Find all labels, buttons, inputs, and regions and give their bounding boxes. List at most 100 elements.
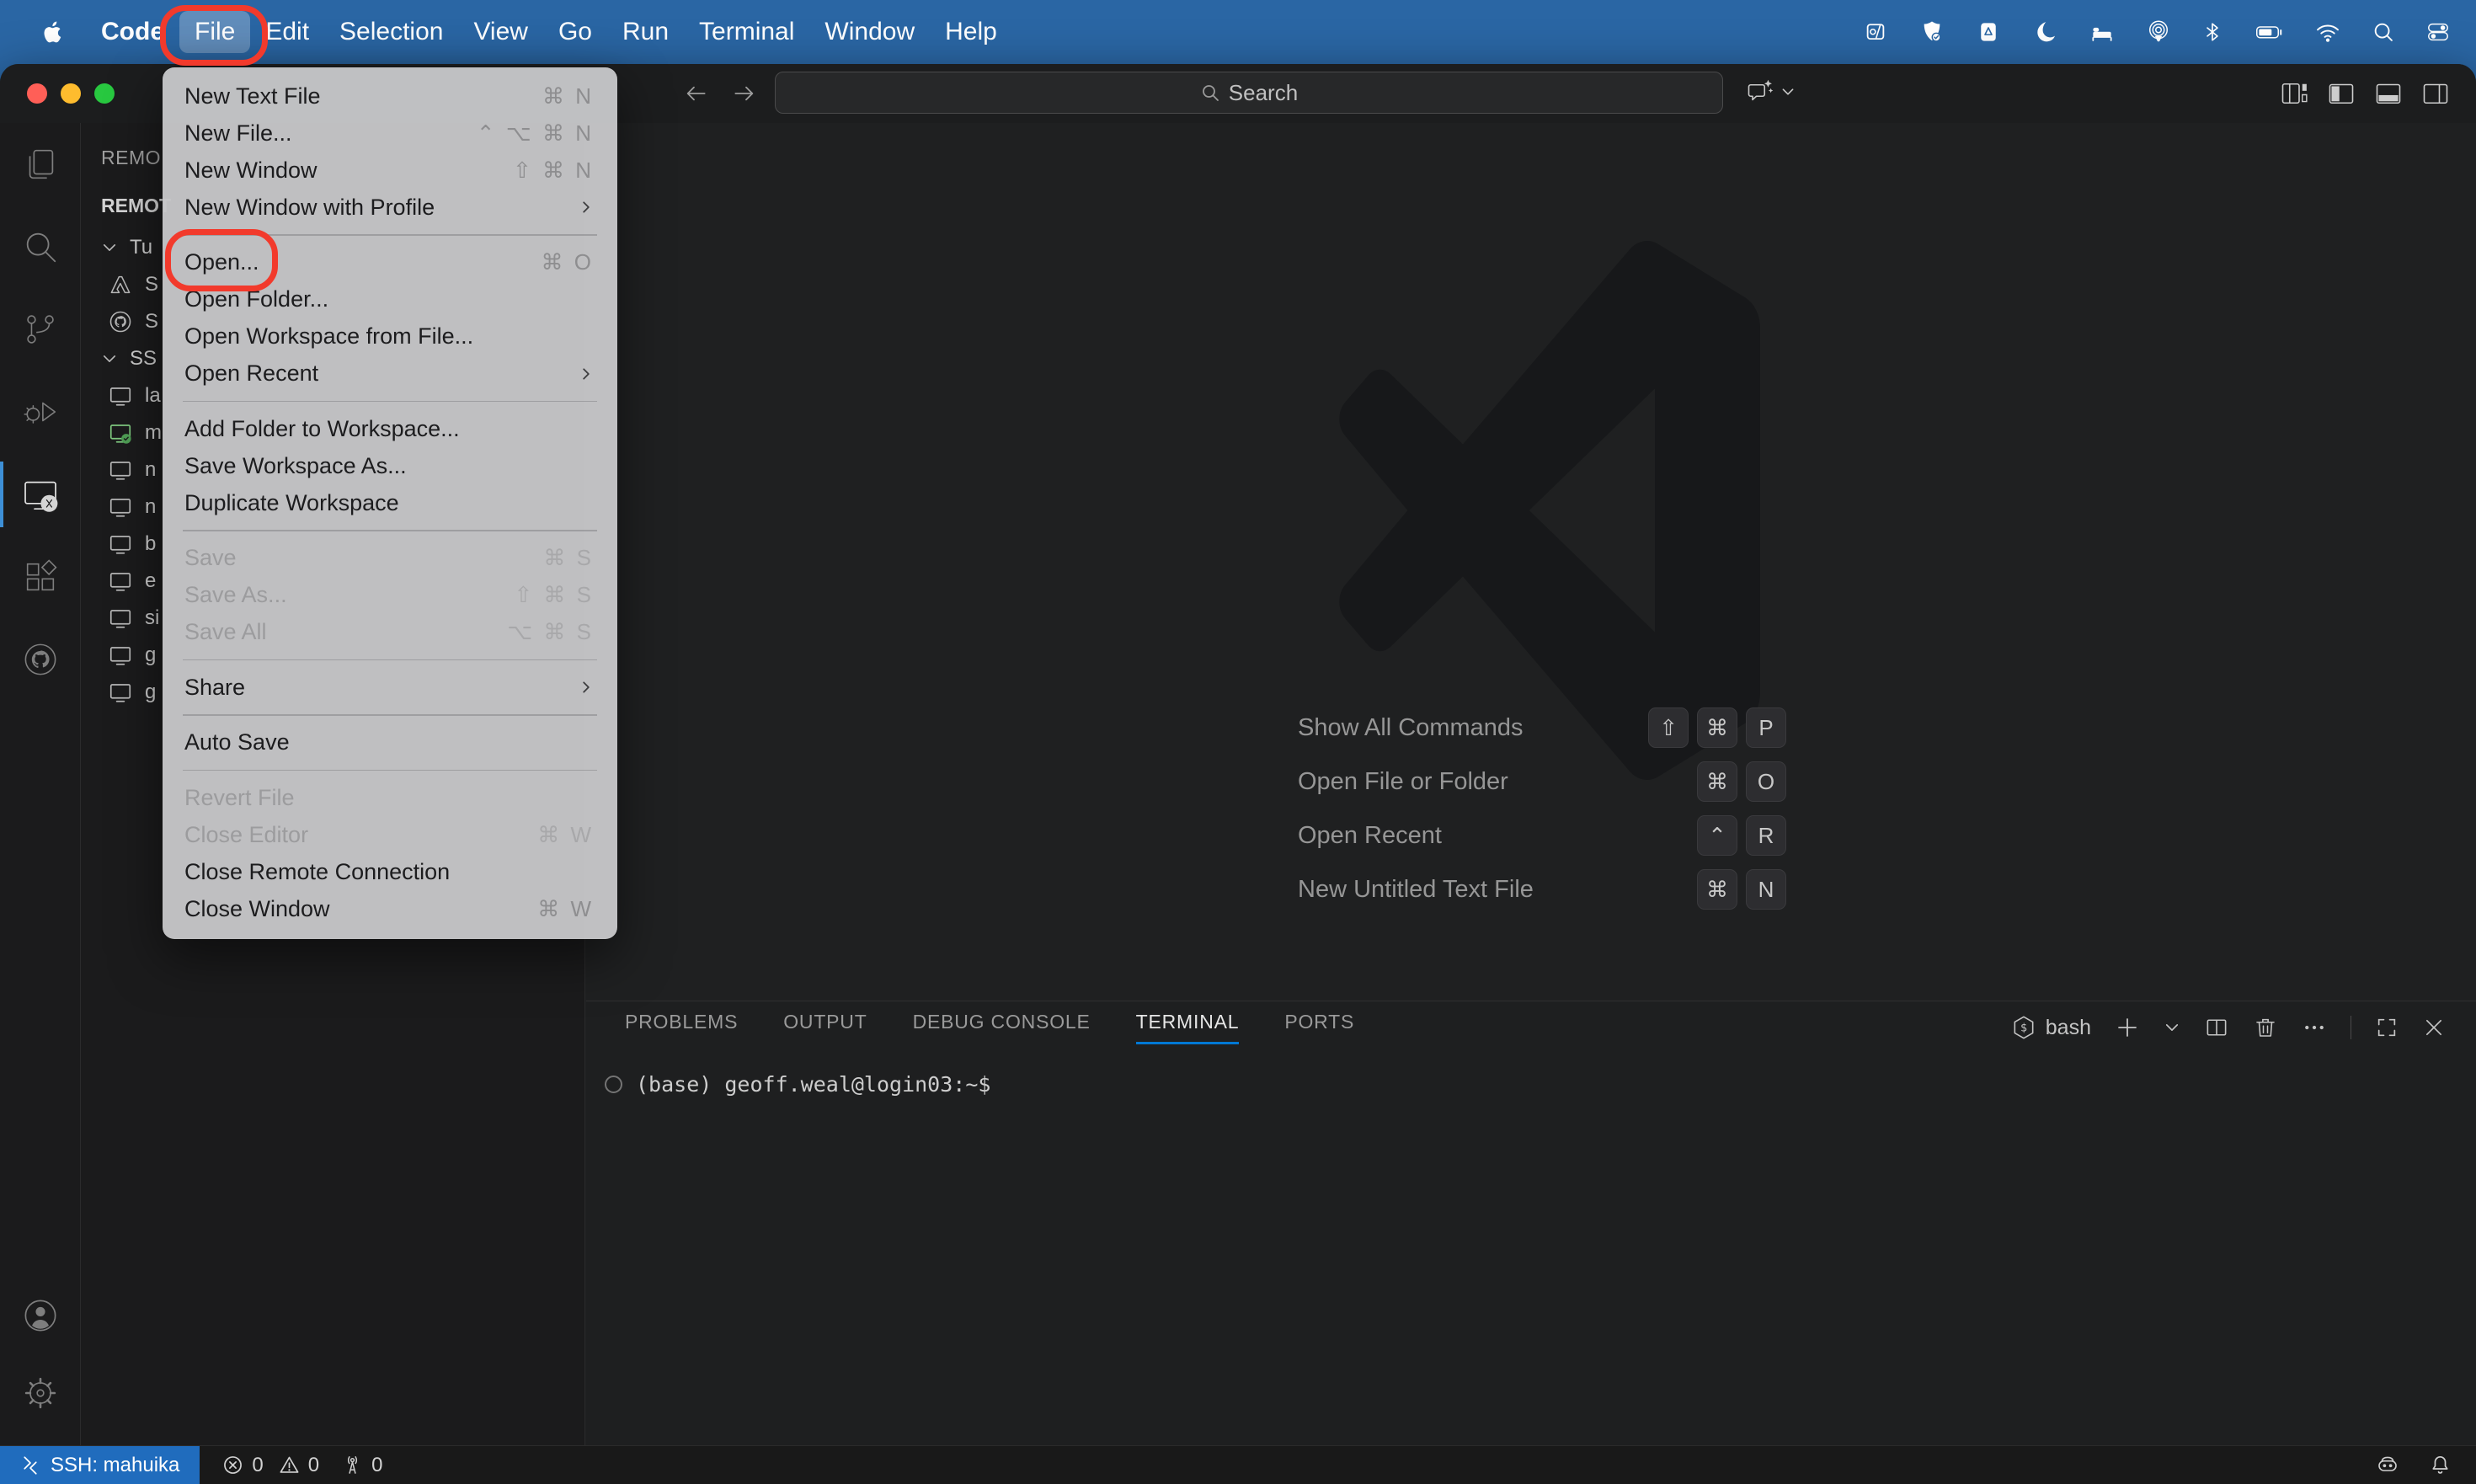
- screen-mirroring-icon[interactable]: [1863, 19, 1888, 45]
- customize-layout-icon[interactable]: [2279, 78, 2309, 109]
- spotlight-icon[interactable]: [2372, 20, 2395, 44]
- warning-icon: [278, 1454, 301, 1476]
- copilot-icon[interactable]: [2374, 1452, 2401, 1479]
- sidebar-item-remote-explorer[interactable]: [0, 453, 80, 536]
- tab-terminal[interactable]: TERMINAL: [1135, 1011, 1240, 1044]
- menu-item-add-folder-to-workspace[interactable]: Add Folder to Workspace...: [163, 410, 617, 447]
- more-actions-icon[interactable]: [2302, 1015, 2327, 1040]
- navigate-back-button[interactable]: [682, 80, 709, 107]
- command-decoration-icon: [605, 1076, 622, 1093]
- close-panel-icon[interactable]: [2422, 1016, 2446, 1039]
- bluetooth-icon[interactable]: [2201, 21, 2223, 43]
- menu-item-save-workspace-as[interactable]: Save Workspace As...: [163, 447, 617, 484]
- apple-icon: [40, 19, 66, 45]
- problems-status[interactable]: 0 0: [221, 1454, 319, 1477]
- sidebar-item-extensions[interactable]: [0, 536, 80, 618]
- menu-item-new-window-with-profile[interactable]: New Window with Profile: [163, 189, 617, 226]
- swirl-app-icon[interactable]: [2031, 19, 2058, 45]
- control-center-icon[interactable]: [2425, 19, 2451, 45]
- new-terminal-icon[interactable]: [2115, 1015, 2140, 1040]
- sidebar-item-search[interactable]: [0, 206, 80, 288]
- command-center-search[interactable]: Search: [775, 72, 1723, 114]
- bell-icon[interactable]: [2428, 1453, 2452, 1477]
- chevron-down-icon[interactable]: [2164, 1019, 2180, 1036]
- watermark-shortcuts: Show All Commands ⇧ ⌘ P Open File or Folde…: [1298, 706, 1786, 921]
- menubar-item-run[interactable]: Run: [607, 11, 684, 53]
- toggle-panel-icon[interactable]: [2373, 78, 2404, 109]
- menu-separator: [183, 659, 597, 660]
- sidebar-item-source-control[interactable]: [0, 288, 80, 371]
- menu-item-auto-save[interactable]: Auto Save: [163, 724, 617, 761]
- menubar-item-window[interactable]: Window: [809, 11, 930, 53]
- sleep-icon[interactable]: [2089, 19, 2116, 45]
- accounts-button[interactable]: [0, 1277, 80, 1354]
- settings-button[interactable]: [0, 1354, 80, 1432]
- menu-item-label: Open Recent: [184, 360, 319, 386]
- ports-status[interactable]: 0: [341, 1454, 382, 1477]
- vm-icon: [108, 680, 133, 705]
- toggle-secondary-sidebar-icon[interactable]: [2420, 78, 2451, 109]
- tab-debug-console[interactable]: DEBUG CONSOLE: [913, 1011, 1091, 1044]
- close-window-button[interactable]: [27, 83, 47, 104]
- keycap: O: [1746, 761, 1786, 802]
- launcher-icon[interactable]: [1976, 19, 2001, 45]
- menu-item-label: New Window with Profile: [184, 194, 435, 220]
- toggle-primary-sidebar-icon[interactable]: [2326, 78, 2356, 109]
- menu-item-open-recent[interactable]: Open Recent: [163, 355, 617, 392]
- apple-menu[interactable]: [40, 19, 66, 45]
- forward-arrow-icon: [731, 80, 758, 107]
- menu-item-save-as: Save As... ⇧ ⌘ S: [163, 577, 617, 614]
- menu-item-share[interactable]: Share: [163, 669, 617, 706]
- menu-shortcut: ⌃ ⌥ ⌘ N: [476, 120, 594, 146]
- sidebar-item-github[interactable]: [0, 618, 80, 701]
- menu-item-close-remote-connection[interactable]: Close Remote Connection: [163, 853, 617, 890]
- tab-problems[interactable]: PROBLEMS: [625, 1011, 738, 1044]
- zoom-window-button[interactable]: [94, 83, 115, 104]
- battery-icon[interactable]: [2254, 17, 2284, 47]
- vm-icon: [108, 383, 133, 408]
- menu-item-label: New Window: [184, 157, 318, 183]
- terminal-content[interactable]: (base) geoff.weal@login03:~$: [605, 1072, 990, 1097]
- menu-item-duplicate-workspace[interactable]: Duplicate Workspace: [163, 484, 617, 521]
- airdrop-icon[interactable]: [2146, 19, 2171, 45]
- azure-icon: [108, 272, 133, 297]
- maximize-panel-icon[interactable]: [2375, 1016, 2399, 1039]
- menubar-item-view[interactable]: View: [458, 11, 542, 53]
- shield-check-icon[interactable]: [1918, 19, 1945, 45]
- tree-label: e: [145, 569, 157, 592]
- navigate-forward-button[interactable]: [731, 80, 758, 107]
- menubar-item-help[interactable]: Help: [930, 11, 1012, 53]
- minimize-window-button[interactable]: [61, 83, 81, 104]
- bash-icon: [2010, 1014, 2037, 1041]
- wifi-icon[interactable]: [2314, 19, 2341, 45]
- remote-indicator[interactable]: SSH: mahuika: [0, 1446, 200, 1484]
- tab-ports[interactable]: PORTS: [1284, 1011, 1354, 1044]
- menubar-status-icons: [1863, 17, 2451, 47]
- terminal-shell-selector[interactable]: bash: [2010, 1014, 2091, 1041]
- sidebar-item-explorer[interactable]: [0, 123, 80, 206]
- tree-label: n: [145, 458, 157, 481]
- menu-item-open-workspace-from-file[interactable]: Open Workspace from File...: [163, 318, 617, 355]
- kill-terminal-icon[interactable]: [2253, 1015, 2278, 1040]
- menu-shortcut: ⌘ S: [543, 545, 594, 570]
- shortcut-row: Show All Commands ⇧ ⌘ P: [1298, 706, 1786, 750]
- remote-explorer-icon: [20, 474, 57, 512]
- menubar-item-go[interactable]: Go: [543, 11, 607, 53]
- sidebar-item-run-debug[interactable]: [0, 371, 80, 453]
- search-icon: [21, 227, 60, 266]
- tab-output[interactable]: OUTPUT: [783, 1011, 867, 1044]
- menubar-item-selection[interactable]: Selection: [324, 11, 458, 53]
- menu-item-new-window[interactable]: New Window ⇧ ⌘ N: [163, 152, 617, 189]
- split-terminal-icon[interactable]: [2204, 1015, 2229, 1040]
- menu-item-label: Open Workspace from File...: [184, 323, 474, 349]
- menubar-item-terminal[interactable]: Terminal: [684, 11, 809, 53]
- tree-label: si: [145, 606, 160, 629]
- menu-item-new-file[interactable]: New File... ⌃ ⌥ ⌘ N: [163, 115, 617, 152]
- copilot-chat-button[interactable]: [1745, 77, 1796, 107]
- menu-item-close-window[interactable]: Close Window ⌘ W: [163, 890, 617, 927]
- menu-item-new-text-file[interactable]: New Text File ⌘ N: [163, 77, 617, 115]
- menu-item-label: New Text File: [184, 83, 321, 109]
- shortcut-row: Open File or Folder ⌘ O: [1298, 760, 1786, 803]
- terminal-prompt: (base) geoff.weal@login03:~$: [636, 1072, 991, 1097]
- extensions-icon: [21, 558, 60, 596]
